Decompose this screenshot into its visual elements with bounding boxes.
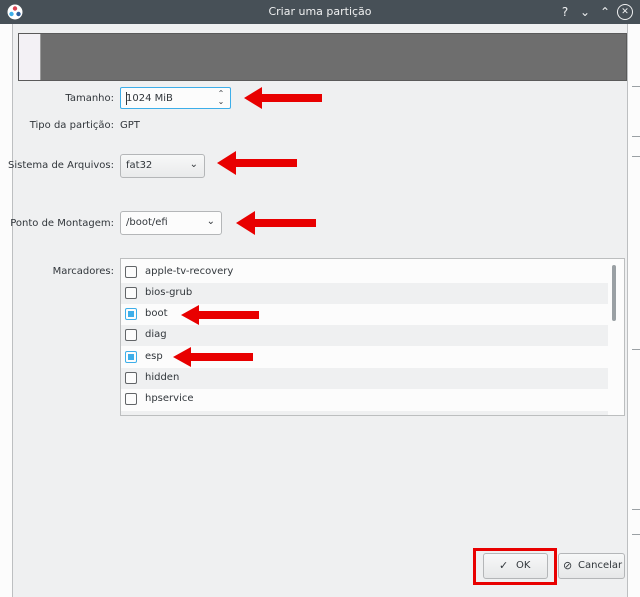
ok-button[interactable]: ✓ OK bbox=[483, 553, 548, 579]
filesystem-label: Sistema de Arquivos: bbox=[8, 160, 114, 171]
flag-label: esp bbox=[145, 351, 163, 362]
maximize-button[interactable]: ⌃ bbox=[596, 3, 614, 21]
flags-label: Marcadores: bbox=[52, 266, 114, 277]
checkbox-checked[interactable] bbox=[125, 308, 137, 320]
chevron-down-icon: ⌄ bbox=[189, 159, 198, 170]
flag-label: hidden bbox=[145, 372, 180, 383]
checkbox[interactable] bbox=[125, 393, 137, 405]
flag-item-diag[interactable]: diag bbox=[121, 325, 608, 346]
checkbox[interactable] bbox=[125, 287, 137, 299]
flag-label: boot bbox=[145, 308, 168, 319]
flag-label: hpservice bbox=[145, 393, 194, 404]
window-titlebar: Criar uma partição ? ⌄ ⌃ ✕ bbox=[0, 0, 640, 24]
partition-size-handle[interactable] bbox=[19, 34, 41, 80]
size-value: 1024 MiB bbox=[126, 93, 173, 104]
background-window-left bbox=[0, 24, 13, 597]
minimize-button[interactable]: ⌄ bbox=[576, 3, 594, 21]
flag-item-hpservice[interactable]: hpservice bbox=[121, 389, 608, 410]
flag-item-partial bbox=[121, 411, 608, 415]
cancel-button-label: Cancelar bbox=[578, 560, 623, 571]
partition-type-value: GPT bbox=[120, 120, 140, 131]
background-window-right bbox=[627, 24, 640, 597]
annotation-arrow-boot bbox=[181, 305, 259, 325]
annotation-arrow-mount bbox=[236, 211, 316, 235]
flag-item-hidden[interactable]: hidden bbox=[121, 368, 608, 389]
flag-label: diag bbox=[145, 329, 167, 340]
filesystem-value: fat32 bbox=[126, 160, 153, 171]
flag-item-apple-tv-recovery[interactable]: apple-tv-recovery bbox=[121, 262, 608, 283]
partition-size-bar[interactable] bbox=[18, 33, 627, 81]
checkmark-icon: ✓ bbox=[499, 559, 509, 572]
cancel-button[interactable]: ⊘ Cancelar bbox=[558, 553, 625, 579]
mount-point-value: /boot/efi bbox=[126, 217, 168, 228]
checkbox[interactable] bbox=[125, 266, 137, 278]
mount-point-combo[interactable]: /boot/efi ⌄ bbox=[120, 211, 222, 235]
partition-type-label: Tipo da partição: bbox=[29, 120, 114, 131]
checkbox-checked[interactable] bbox=[125, 351, 137, 363]
chevron-down-icon[interactable]: ⌄ bbox=[207, 216, 215, 227]
flags-scrollbar[interactable] bbox=[612, 265, 616, 321]
cancel-icon: ⊘ bbox=[563, 559, 573, 572]
spin-arrows-icon[interactable]: ⌃ ⌄ bbox=[216, 90, 226, 106]
size-spinbox[interactable]: 1024 MiB ⌃ ⌄ bbox=[120, 87, 231, 109]
filesystem-combo[interactable]: fat32 ⌄ bbox=[120, 154, 205, 178]
flag-label: bios-grub bbox=[145, 287, 193, 298]
annotation-arrow-esp bbox=[173, 347, 253, 367]
flags-list[interactable]: apple-tv-recovery bios-grub boot diag es… bbox=[120, 258, 625, 416]
flag-item-bios-grub[interactable]: bios-grub bbox=[121, 283, 608, 304]
checkbox[interactable] bbox=[125, 372, 137, 384]
flag-label: apple-tv-recovery bbox=[145, 266, 234, 277]
ok-button-label: OK bbox=[516, 560, 531, 571]
help-button[interactable]: ? bbox=[556, 3, 574, 21]
window-title: Criar uma partição bbox=[268, 5, 372, 18]
mount-point-label: Ponto de Montagem: bbox=[10, 218, 114, 229]
annotation-arrow-filesystem bbox=[217, 151, 297, 175]
close-button[interactable]: ✕ bbox=[617, 4, 633, 20]
annotation-arrow-size bbox=[244, 87, 322, 109]
size-label: Tamanho: bbox=[65, 93, 114, 104]
checkbox[interactable] bbox=[125, 329, 137, 341]
